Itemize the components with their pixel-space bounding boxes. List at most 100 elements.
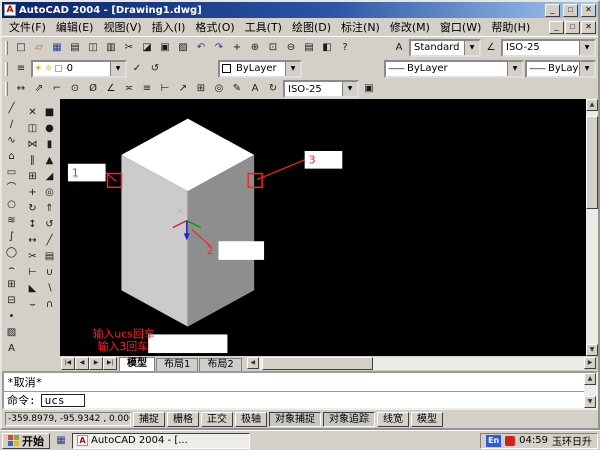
zoom-realtime-icon[interactable]: ⊕ [246, 40, 264, 56]
mdi-minimize-button[interactable]: _ [549, 20, 564, 34]
layer-properties-manager-icon[interactable]: ≡ [12, 61, 30, 77]
intersect-icon[interactable]: ∩ [41, 297, 58, 313]
status-lineweight-button[interactable]: 线宽 [377, 411, 409, 427]
dimension-style-combo-dropdown-icon[interactable]: ▼ [342, 82, 357, 96]
zoom-window-icon[interactable]: ⊡ [264, 40, 282, 56]
pan-icon[interactable]: + [228, 40, 246, 56]
toolbar-grip[interactable] [5, 61, 8, 76]
status-polar-button[interactable]: 极轴 [235, 411, 267, 427]
polyline-icon[interactable]: ∿ [3, 133, 20, 149]
section-icon[interactable]: ▤ [41, 249, 58, 265]
menu-view[interactable]: 视图(V) [98, 18, 146, 36]
scroll-right-icon[interactable]: ▶ [584, 357, 596, 369]
command-input-line[interactable]: 命令: ucs [4, 391, 584, 408]
input-language-indicator[interactable]: En [486, 434, 502, 447]
menu-insert[interactable]: 插入(I) [147, 18, 191, 36]
command-input-value[interactable]: ucs [40, 393, 85, 407]
extend-icon[interactable]: ⊢ [24, 265, 41, 281]
fillet-icon[interactable]: ⌣ [24, 297, 41, 313]
construction-line-icon[interactable]: ∕ [3, 117, 20, 133]
zoom-previous-icon[interactable]: ⊖ [282, 40, 300, 56]
help-icon[interactable]: ? [336, 40, 354, 56]
solid-sphere-icon[interactable]: ● [41, 121, 58, 137]
scroll-left-icon[interactable]: ◀ [246, 357, 259, 369]
status-grid-button[interactable]: 栅格 [167, 411, 199, 427]
insert-block-icon[interactable]: ⊞ [3, 277, 20, 293]
match-properties-icon[interactable]: ▨ [174, 40, 192, 56]
command-scroll-up-icon[interactable]: ▲ [584, 373, 596, 385]
status-model-button[interactable]: 模型 [411, 411, 443, 427]
menu-help[interactable]: 帮助(H) [486, 18, 535, 36]
open-icon[interactable]: ▱ [30, 40, 48, 56]
command-scrollbar[interactable]: ▲ ▼ [584, 373, 596, 408]
dimension-style-combo[interactable]: ISO-25 ▼ [283, 80, 359, 98]
chamfer-icon[interactable]: ◣ [24, 281, 41, 297]
menu-window[interactable]: 窗口(W) [435, 18, 486, 36]
tab-model[interactable]: 模型 [119, 357, 155, 371]
make-block-icon[interactable]: ⊟ [3, 293, 20, 309]
menu-draw[interactable]: 绘图(D) [287, 18, 336, 36]
text-style-icon[interactable]: A [390, 40, 408, 56]
menu-edit[interactable]: 编辑(E) [51, 18, 99, 36]
array-icon[interactable]: ⊞ [24, 169, 41, 185]
dim-text-edit-icon[interactable]: A [246, 81, 264, 97]
multiline-text-icon[interactable]: A [3, 341, 20, 357]
command-scroll-down-icon[interactable]: ▼ [584, 396, 596, 408]
redo-icon[interactable]: ↷ [210, 40, 228, 56]
menu-file[interactable]: 文件(F) [4, 18, 51, 36]
tab-nav-1-icon[interactable]: ◀ [75, 357, 89, 370]
make-object-layer-current-icon[interactable]: ✓ [128, 61, 146, 77]
properties-icon[interactable]: ▤ [300, 40, 318, 56]
dim-style-icon[interactable]: ∠ [482, 40, 500, 56]
tolerance-icon[interactable]: ⊞ [192, 81, 210, 97]
linetype-combo-dropdown-icon[interactable]: ▼ [507, 61, 522, 76]
dim-style-combo[interactable]: ISO-25 ▼ [501, 38, 596, 57]
extrude-icon[interactable]: ⇑ [41, 201, 58, 217]
status-osnap-button[interactable]: 对象捕捉 [269, 411, 321, 427]
horizontal-scroll-thumb[interactable] [262, 357, 373, 370]
rotate-icon[interactable]: ↻ [24, 201, 41, 217]
lineweight-combo-dropdown-icon[interactable]: ▼ [579, 61, 594, 76]
dim-continue-icon[interactable]: ⊢ [156, 81, 174, 97]
line-icon[interactable]: ╱ [3, 101, 20, 117]
solid-box-icon[interactable]: ■ [41, 105, 58, 121]
vertical-scroll-thumb[interactable] [586, 115, 598, 209]
scale-icon[interactable]: ↕ [24, 217, 41, 233]
status-ortho-button[interactable]: 正交 [201, 411, 233, 427]
subtract-icon[interactable]: ∖ [41, 281, 58, 297]
drawing-canvas[interactable]: × 1 3 2 输入ucs回车 输入3回车 [60, 99, 586, 356]
dim-style-manager-icon[interactable]: ▣ [360, 81, 378, 97]
arc-icon[interactable]: ⌒ [3, 181, 20, 197]
menu-dimension[interactable]: 标注(N) [336, 18, 385, 36]
maximize-button[interactable]: □ [563, 3, 578, 17]
layer-lock-icon[interactable]: ▢ [54, 64, 63, 74]
dim-linear-icon[interactable]: ↔ [12, 81, 30, 97]
move-icon[interactable]: + [24, 185, 41, 201]
slice-icon[interactable]: ╱ [41, 233, 58, 249]
dim-update-icon[interactable]: ↻ [264, 81, 282, 97]
status-otrack-button[interactable]: 对象追踪 [323, 411, 375, 427]
close-button[interactable]: ✕ [581, 3, 596, 17]
circle-icon[interactable]: ○ [3, 197, 20, 213]
tab-nav-3-icon[interactable]: ▶| [103, 357, 117, 370]
new-icon[interactable]: □ [12, 40, 30, 56]
dim-aligned-icon[interactable]: ⇗ [30, 81, 48, 97]
vertical-scroll-track[interactable] [586, 111, 598, 344]
color-combo-dropdown-icon[interactable]: ▼ [285, 61, 300, 76]
command-text-area[interactable]: *取消* 命令: ucs [4, 373, 584, 408]
trim-icon[interactable]: ✂ [24, 249, 41, 265]
horizontal-scroll-track[interactable] [258, 357, 584, 370]
menu-format[interactable]: 格式(O) [190, 18, 239, 36]
stretch-icon[interactable]: ↔ [24, 233, 41, 249]
paste-icon[interactable]: ▣ [156, 40, 174, 56]
layer-on-icon[interactable]: ☀ [34, 64, 42, 74]
dim-edit-icon[interactable]: ✎ [228, 81, 246, 97]
dim-angular-icon[interactable]: ∠ [102, 81, 120, 97]
quick-dimension-icon[interactable]: ≍ [120, 81, 138, 97]
layer-combo[interactable]: ☀ ☼ ▢ 0 ▼ [31, 59, 127, 78]
offset-icon[interactable]: ∥ [24, 153, 41, 169]
solid-cone-icon[interactable]: ▲ [41, 153, 58, 169]
status-snap-button[interactable]: 捕捉 [133, 411, 165, 427]
copy-object-icon[interactable]: ◫ [24, 121, 41, 137]
mirror-icon[interactable]: ⋈ [24, 137, 41, 153]
